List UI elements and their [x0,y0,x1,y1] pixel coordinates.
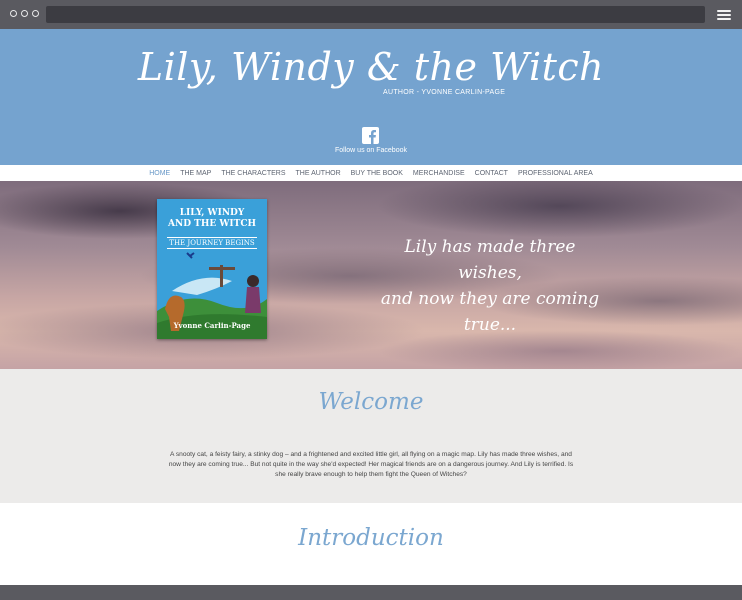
site-tagline: AUTHOR - YVONNE CARLIN-PAGE [383,89,506,96]
nav-item-the-author[interactable]: THE AUTHOR [291,170,346,177]
window-dot-icon[interactable] [32,10,39,17]
nav-item-professional-area[interactable]: PROFESSIONAL AREA [513,170,598,177]
book-title-line2: AND THE WITCH [167,219,257,229]
book-cover[interactable]: LILY, WINDY AND THE WITCH THE JOURNEY BE… [157,199,267,339]
site-title[interactable]: Lily, Windy & the Witch [0,45,742,89]
hamburger-menu-icon[interactable] [717,10,731,20]
browser-window: Lily, Windy & the Witch AUTHOR - YVONNE … [0,0,742,600]
browser-chrome [0,0,742,29]
book-cover-subtitle: THE JOURNEY BEGINS [167,237,257,249]
introduction-heading: Introduction [298,525,444,551]
facebook-link[interactable]: Follow us on Facebook [0,147,742,154]
main-nav: HOME THE MAP THE CHARACTERS THE AUTHOR B… [0,165,742,181]
window-dot-icon[interactable] [10,10,17,17]
welcome-text: A snooty cat, a feisty fairy, a stinky d… [168,451,574,478]
nav-item-merchandise[interactable]: MERCHANDISE [408,170,470,177]
window-controls [10,10,39,17]
window-dot-icon[interactable] [21,10,28,17]
hero-quote-line2: and now they are coming true... [380,289,600,335]
site-header: Lily, Windy & the Witch AUTHOR - YVONNE … [0,29,742,165]
nav-item-home[interactable]: HOME [144,170,175,177]
book-cover-author: Yvonne Carlin-Page [173,321,251,330]
welcome-section: Welcome A snooty cat, a feisty fairy, a … [0,369,742,503]
nav-item-the-characters[interactable]: THE CHARACTERS [216,170,290,177]
address-bar[interactable] [46,6,705,23]
facebook-icon[interactable] [362,127,379,144]
nav-item-buy-the-book[interactable]: BUY THE BOOK [346,170,408,177]
hero-quote-line1: Lily has made three wishes, [404,237,576,283]
welcome-heading: Welcome [318,389,424,415]
window-bottom-bar [0,585,742,600]
introduction-section: Introduction [0,503,742,585]
nav-item-contact[interactable]: CONTACT [470,170,513,177]
hero-quote: Lily has made three wishes, and now they… [370,234,610,338]
nav-item-the-map[interactable]: THE MAP [175,170,216,177]
book-cover-title: LILY, WINDY AND THE WITCH [157,208,267,230]
book-title-line1: LILY, WINDY [179,208,245,218]
